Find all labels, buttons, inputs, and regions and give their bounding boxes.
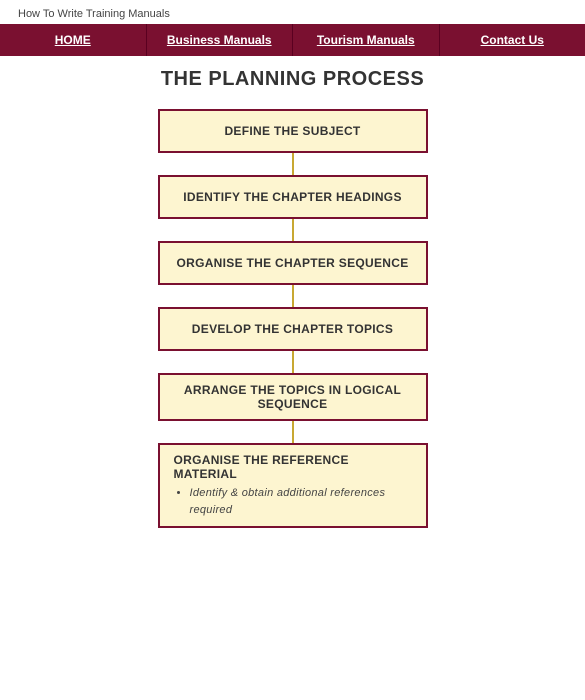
- flow-connector-4: [292, 351, 294, 373]
- nav-label-home: HOME: [55, 33, 91, 47]
- flow-connector-5: [292, 421, 294, 443]
- flowchart: DEFINE THE SUBJECT IDENTIFY THE CHAPTER …: [40, 109, 545, 528]
- flow-box-5: ARRANGE THE TOPICS IN LOGICAL SEQUENCE: [158, 373, 428, 421]
- nav-item-tourism[interactable]: Tourism Manuals: [293, 24, 440, 56]
- nav-item-contact[interactable]: Contact Us: [440, 24, 585, 56]
- flow-box-3-text: ORGANISE THE CHAPTER SEQUENCE: [176, 256, 408, 270]
- main-content: THE PLANNING PROCESS DEFINE THE SUBJECT …: [0, 56, 585, 538]
- bullet-item-1: Identify & obtain additional references …: [190, 485, 412, 518]
- page-title: THE PLANNING PROCESS: [161, 68, 424, 91]
- flow-box-6-bullets: Identify & obtain additional references …: [174, 485, 412, 518]
- nav-bar: HOME Business Manuals Tourism Manuals Co…: [0, 24, 585, 56]
- flow-connector-1: [292, 153, 294, 175]
- flow-box-4-text: DEVELOP THE CHAPTER TOPICS: [192, 322, 393, 336]
- nav-label-tourism: Tourism Manuals: [317, 33, 415, 47]
- flow-box-6-title: ORGANISE THE REFERENCE MATERIAL: [174, 453, 412, 481]
- page-wrapper: How To Write Training Manuals HOME Busin…: [0, 0, 585, 700]
- site-label: How To Write Training Manuals: [18, 8, 170, 20]
- nav-item-business[interactable]: Business Manuals: [147, 24, 294, 56]
- flow-connector-3: [292, 285, 294, 307]
- nav-bar-inner: HOME Business Manuals Tourism Manuals Co…: [0, 24, 585, 56]
- flow-box-2: IDENTIFY THE CHAPTER HEADINGS: [158, 175, 428, 219]
- flow-box-6: ORGANISE THE REFERENCE MATERIAL Identify…: [158, 443, 428, 528]
- nav-item-home[interactable]: HOME: [0, 24, 147, 56]
- flow-connector-2: [292, 219, 294, 241]
- flow-box-5-text: ARRANGE THE TOPICS IN LOGICAL SEQUENCE: [170, 383, 416, 411]
- nav-label-business: Business Manuals: [167, 33, 272, 47]
- flow-box-2-text: IDENTIFY THE CHAPTER HEADINGS: [183, 190, 402, 204]
- nav-label-contact: Contact Us: [481, 33, 544, 47]
- flow-box-3: ORGANISE THE CHAPTER SEQUENCE: [158, 241, 428, 285]
- flow-box-1-text: DEFINE THE SUBJECT: [224, 124, 360, 138]
- flow-box-4: DEVELOP THE CHAPTER TOPICS: [158, 307, 428, 351]
- flow-box-1: DEFINE THE SUBJECT: [158, 109, 428, 153]
- top-bar: How To Write Training Manuals: [0, 0, 585, 24]
